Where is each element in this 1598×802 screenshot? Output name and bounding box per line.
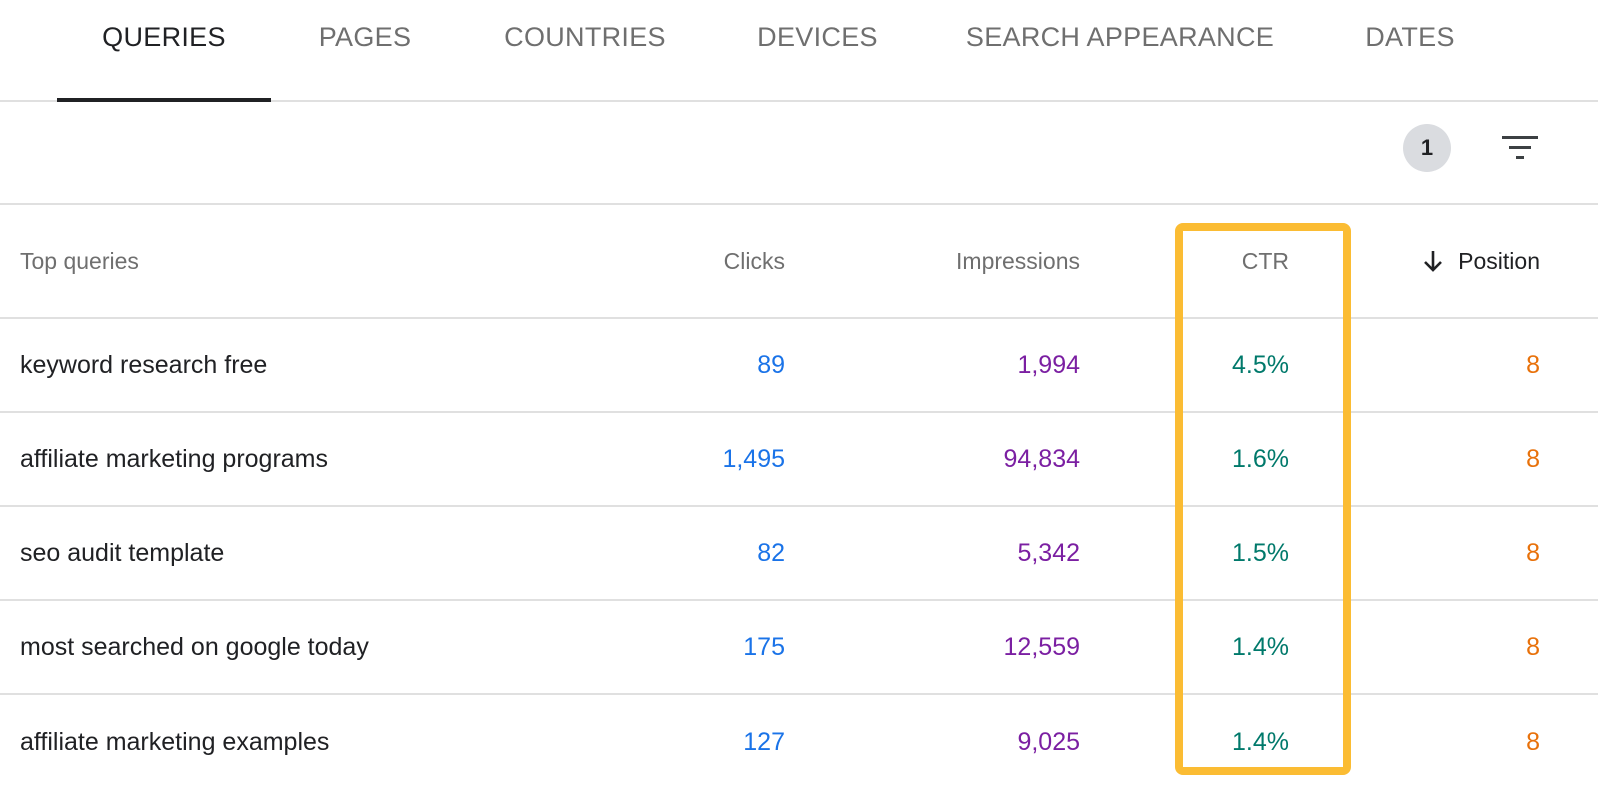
- clicks-cell: 89: [757, 350, 785, 379]
- impressions-cell: 1,994: [1017, 350, 1080, 379]
- query-cell: most searched on google today: [20, 632, 369, 661]
- column-header-top-queries: Top queries: [20, 247, 139, 274]
- table-header-row: Top queries Clicks Impressions CTR Posit…: [0, 205, 1598, 319]
- table-row[interactable]: keyword research free 89 1,994 4.5% 8: [0, 319, 1598, 413]
- tab-dates[interactable]: DATES: [1350, 0, 1470, 102]
- table-row[interactable]: affiliate marketing programs 1,495 94,83…: [0, 413, 1598, 507]
- impressions-cell: 5,342: [1017, 538, 1080, 567]
- tab-pages[interactable]: PAGES: [300, 0, 430, 102]
- ctr-cell: 1.4%: [1232, 632, 1289, 661]
- report-tabs: QUERIES PAGES COUNTRIES DEVICES SEARCH A…: [0, 0, 1598, 102]
- column-header-clicks[interactable]: Clicks: [724, 205, 785, 317]
- query-cell: affiliate marketing examples: [20, 727, 330, 756]
- clicks-cell: 82: [757, 538, 785, 567]
- clicks-cell: 127: [743, 727, 785, 756]
- column-header-impressions[interactable]: Impressions: [956, 205, 1080, 317]
- tab-search-appearance[interactable]: SEARCH APPEARANCE: [960, 0, 1280, 102]
- position-cell: 8: [1526, 444, 1540, 473]
- table-row[interactable]: affiliate marketing examples 127 9,025 1…: [0, 695, 1598, 789]
- clicks-cell: 1,495: [722, 444, 785, 473]
- tab-devices[interactable]: DEVICES: [740, 0, 895, 102]
- ctr-cell: 1.4%: [1232, 727, 1289, 756]
- impressions-cell: 12,559: [1003, 632, 1080, 661]
- position-cell: 8: [1526, 538, 1540, 567]
- impressions-cell: 9,025: [1017, 727, 1080, 756]
- ctr-cell: 1.6%: [1232, 444, 1289, 473]
- column-header-ctr[interactable]: CTR: [1242, 205, 1289, 317]
- impressions-cell: 94,834: [1003, 444, 1080, 473]
- query-cell: keyword research free: [20, 350, 268, 379]
- column-header-position-label: Position: [1458, 247, 1540, 274]
- active-filter-count-badge[interactable]: 1: [1403, 124, 1451, 172]
- arrow-down-icon: [1422, 249, 1444, 273]
- ctr-cell: 4.5%: [1232, 350, 1289, 379]
- position-cell: 8: [1526, 727, 1540, 756]
- tab-countries[interactable]: COUNTRIES: [490, 0, 680, 102]
- position-cell: 8: [1526, 632, 1540, 661]
- position-cell: 8: [1526, 350, 1540, 379]
- column-header-position[interactable]: Position: [1422, 205, 1540, 317]
- query-cell: affiliate marketing programs: [20, 444, 329, 473]
- table-row[interactable]: most searched on google today 175 12,559…: [0, 601, 1598, 695]
- tab-queries[interactable]: QUERIES: [57, 0, 271, 102]
- ctr-cell: 1.5%: [1232, 538, 1289, 567]
- filter-list-icon[interactable]: [1500, 134, 1540, 162]
- table-row[interactable]: seo audit template 82 5,342 1.5% 8: [0, 507, 1598, 601]
- top-queries-table: Top queries Clicks Impressions CTR Posit…: [0, 205, 1598, 789]
- clicks-cell: 175: [743, 632, 785, 661]
- table-toolbar: [0, 102, 1598, 205]
- query-cell: seo audit template: [20, 538, 225, 567]
